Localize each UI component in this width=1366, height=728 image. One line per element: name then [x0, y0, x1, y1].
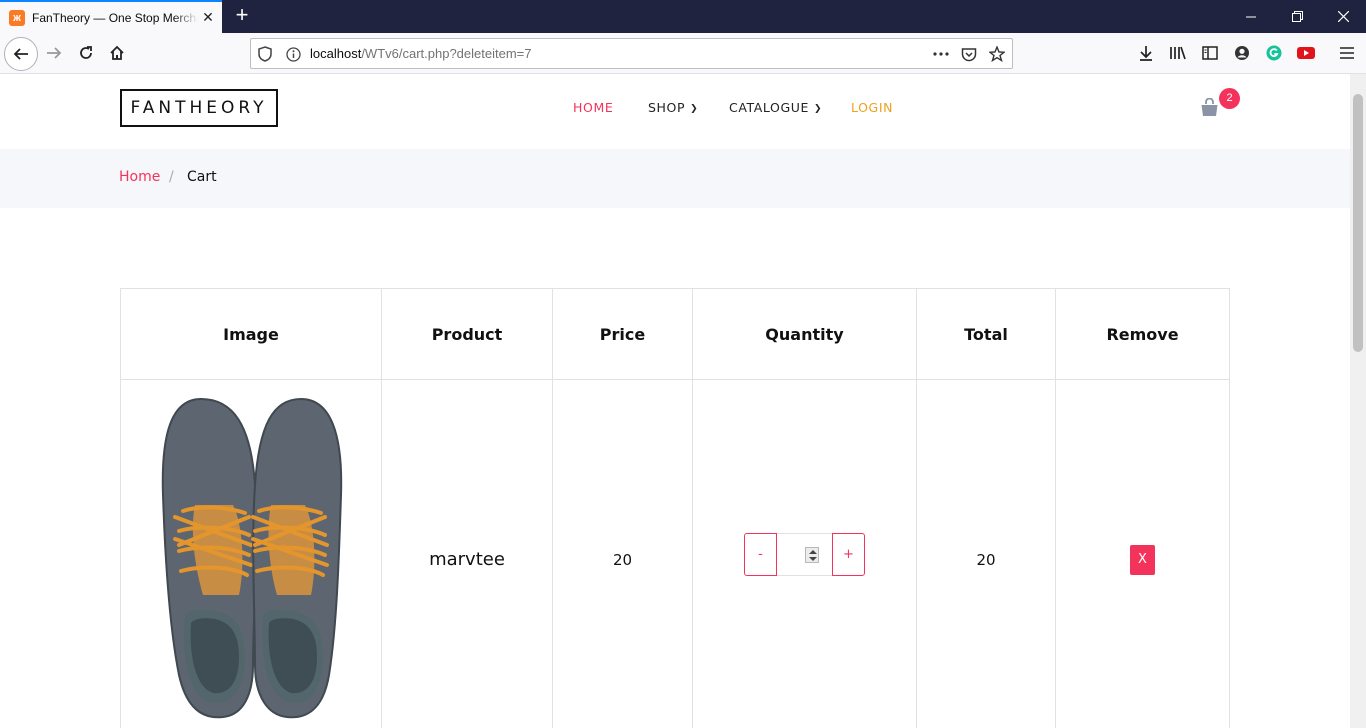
breadcrumb: Home / Cart: [0, 149, 1350, 208]
back-arrow-icon[interactable]: [4, 37, 38, 71]
pocket-icon[interactable]: [960, 45, 978, 63]
browser-tab-bar: ж FanTheory — One Stop Merchandise ✕ +: [0, 0, 1366, 33]
url-bar[interactable]: localhost/WTv6/cart.php?deleteitem=7: [250, 38, 1013, 69]
close-window-icon[interactable]: [1320, 0, 1366, 33]
new-tab-icon[interactable]: +: [231, 4, 253, 28]
account-icon[interactable]: [1227, 38, 1257, 68]
shield-icon[interactable]: [256, 45, 274, 63]
more-actions-icon[interactable]: [932, 45, 950, 63]
tab-close-icon[interactable]: ✕: [200, 9, 216, 25]
page-scrollbar[interactable]: [1350, 74, 1366, 728]
quantity-cell: - +: [692, 379, 917, 728]
home-icon[interactable]: [102, 38, 132, 68]
nav-home[interactable]: HOME: [573, 100, 613, 115]
shopping-bag-icon[interactable]: [1200, 97, 1219, 117]
scrollbar-thumb[interactable]: [1353, 94, 1363, 352]
breadcrumb-current: Cart: [187, 169, 217, 185]
chevron-down-icon: ❯: [690, 104, 699, 114]
cart-table: Image Product Price Quantity Total Remov…: [120, 288, 1230, 728]
col-price: Price: [552, 288, 693, 380]
remove-cell: X: [1055, 379, 1230, 728]
quantity-increase-button[interactable]: +: [832, 532, 865, 576]
nav-login[interactable]: LOGIN: [851, 100, 893, 115]
product-image-cell: [120, 379, 382, 728]
shoe-product-image[interactable]: [141, 395, 361, 725]
library-icon[interactable]: [1163, 38, 1193, 68]
col-product: Product: [381, 288, 553, 380]
browser-tab[interactable]: ж FanTheory — One Stop Merchandise ✕: [0, 0, 222, 33]
col-total: Total: [916, 288, 1056, 380]
hamburger-menu-icon[interactable]: [1332, 38, 1362, 68]
xampp-favicon-icon: ж: [9, 9, 25, 26]
tab-title: FanTheory — One Stop Merchandise: [32, 10, 198, 25]
col-remove: Remove: [1055, 288, 1230, 380]
breadcrumb-separator: /: [169, 169, 174, 185]
table-row: marvtee 20 - + 20 X: [120, 379, 1230, 728]
nav-login-label: LOGIN: [851, 100, 894, 115]
col-quantity: Quantity: [692, 288, 917, 380]
quantity-decrease-button[interactable]: -: [744, 532, 777, 576]
quantity-input[interactable]: [777, 532, 832, 576]
quantity-stepper: - +: [744, 532, 865, 576]
download-icon[interactable]: [1131, 38, 1161, 68]
breadcrumb-home[interactable]: Home: [119, 169, 160, 185]
nav-catalogue-label: CATALOGUE: [729, 100, 810, 115]
url-host: localhost: [310, 46, 362, 61]
youtube-extension-icon[interactable]: [1291, 38, 1321, 68]
product-name[interactable]: marvtee: [429, 549, 505, 570]
site-logo[interactable]: FANTHEORY: [120, 89, 278, 127]
bookmark-star-icon[interactable]: [988, 45, 1006, 63]
price-cell: 20: [552, 379, 693, 728]
nav-shop-label: SHOP: [648, 100, 686, 115]
total-cell: 20: [916, 379, 1056, 728]
info-icon[interactable]: [284, 45, 302, 63]
chevron-down-icon: ❯: [814, 104, 823, 114]
col-image: Image: [120, 288, 382, 380]
forward-arrow-icon[interactable]: [39, 38, 69, 68]
spinner-arrows-icon[interactable]: [805, 546, 819, 563]
minimize-icon[interactable]: [1228, 0, 1274, 33]
cart-count-badge: 2: [1219, 88, 1240, 109]
restore-icon[interactable]: [1274, 0, 1320, 33]
browser-nav-bar: localhost/WTv6/cart.php?deleteitem=7: [0, 33, 1366, 74]
grammarly-icon[interactable]: [1259, 38, 1289, 68]
product-name-cell: marvtee: [381, 379, 553, 728]
sidebar-icon[interactable]: [1195, 38, 1225, 68]
web-page: FANTHEORY HOME SHOP ❯ CATALOGUE ❯ LOGIN 2 …: [0, 74, 1350, 728]
url-text[interactable]: localhost/WTv6/cart.php?deleteitem=7: [310, 46, 531, 61]
nav-catalogue[interactable]: CATALOGUE ❯: [729, 100, 822, 115]
table-header-row: Image Product Price Quantity Total Remov…: [120, 288, 1230, 380]
nav-home-label: HOME: [573, 100, 614, 115]
url-path: /WTv6/cart.php?deleteitem=7: [361, 46, 532, 61]
nav-shop[interactable]: SHOP ❯: [648, 100, 698, 115]
remove-item-button[interactable]: X: [1130, 544, 1155, 575]
reload-icon[interactable]: [71, 38, 101, 68]
